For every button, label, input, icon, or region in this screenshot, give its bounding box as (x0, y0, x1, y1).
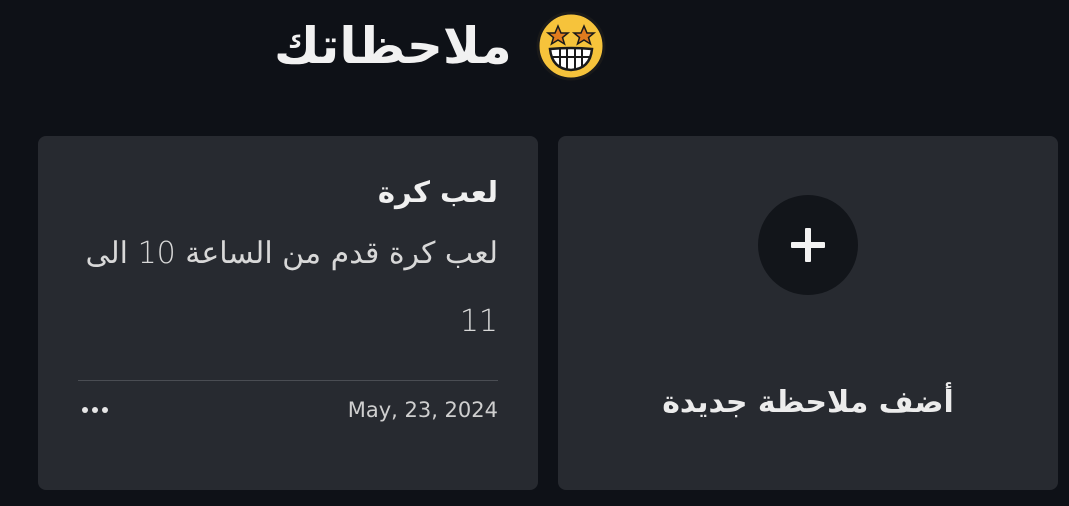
page-title: ملاحظاتك (274, 17, 512, 75)
add-note-label: أضف ملاحظة جديدة (662, 385, 954, 420)
note-body: لعب كرة قدم من الساعة 10 الى 11 (85, 236, 498, 339)
add-note-button[interactable] (758, 195, 858, 295)
note-title: لعب كرة (377, 175, 498, 209)
star-struck-face-icon (536, 11, 606, 81)
note-footer: May, 23, 2024 (78, 398, 498, 422)
notes-page: ملاحظاتك أضف ملاحظة جديدة لعب كرة لعب كر… (0, 0, 1069, 506)
add-note-card[interactable]: أضف ملاحظة جديدة (558, 136, 1058, 490)
plus-icon (791, 228, 825, 262)
note-card: لعب كرة لعب كرة قدم من الساعة 10 الى 11 … (38, 136, 538, 490)
note-divider (78, 380, 498, 381)
page-header: ملاحظاتك (274, 10, 606, 82)
more-dots-icon[interactable] (78, 401, 112, 419)
note-date: May, 23, 2024 (347, 398, 498, 422)
